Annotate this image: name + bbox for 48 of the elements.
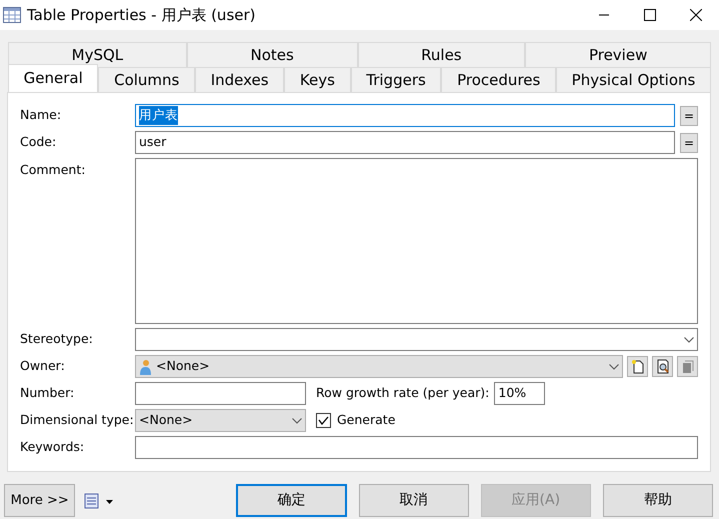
more-button[interactable]: More >> [4,484,76,517]
field-label: Keywords: [20,438,86,456]
equals-button[interactable]: = [680,132,698,152]
tab[interactable]: General [8,64,98,92]
text-field[interactable] [135,436,698,459]
tab[interactable]: Columns [98,67,196,92]
tab[interactable]: Rules [358,42,526,67]
chevron-icon [609,364,619,370]
field-label: Dimensional type: [20,411,131,430]
field-label: Stereotype: [20,330,94,348]
tab[interactable]: Preview [525,42,712,67]
maximize-icon [644,9,656,21]
comment-field[interactable] [135,158,698,324]
field-label: Owner: [20,357,66,376]
number-field[interactable] [135,382,306,405]
tab[interactable]: Triggers [350,67,442,92]
owner-dropdown[interactable]: <None> [135,355,623,378]
window-title: Table Properties - 用户表 (user) [27,4,256,26]
checkbox-label: Generate [337,411,396,430]
field-label: Code: [20,133,58,152]
equals-button[interactable]: = [680,106,698,126]
tab[interactable]: Physical Options [556,67,711,92]
tab[interactable]: Keys [284,67,351,92]
tab[interactable]: Procedures [441,67,556,92]
chevron-icon [684,336,694,342]
new-document-icon[interactable] [627,356,648,377]
search-document-icon[interactable] [652,356,673,377]
stereotype-dropdown[interactable] [135,328,698,351]
tab[interactable]: Indexes [195,67,284,92]
dialog-button[interactable]: 取消 [358,484,469,517]
dimensional-type-dropdown[interactable]: <None> [135,409,306,432]
user-icon [139,358,152,374]
field-label: Comment: [20,161,86,179]
tab[interactable]: MySQL [8,42,187,67]
tab[interactable]: Notes [186,42,358,67]
text-field[interactable]: 用户表 [135,104,675,127]
checkbox[interactable] [316,413,331,428]
field-label: Row growth rate (per year): [316,384,490,402]
dialog-button[interactable]: 确定 [236,484,347,517]
growth-rate-field[interactable]: 10% [494,382,546,405]
text-field[interactable]: user [135,131,675,154]
field-label: Name: [20,106,62,124]
chevron-icon [292,418,302,424]
close-icon [690,9,702,21]
table-icon [3,7,21,23]
owner-value: <None> [156,357,210,376]
dialog-button[interactable]: 帮助 [602,484,713,517]
field-label: Number: [20,384,76,402]
